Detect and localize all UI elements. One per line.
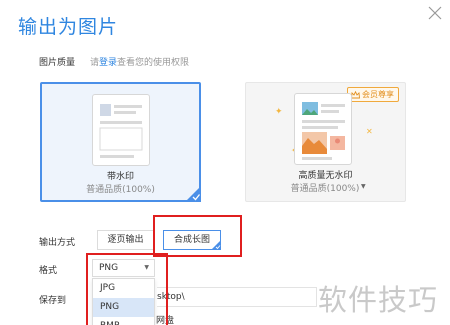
format-option-bmp[interactable]: BMP [93, 317, 154, 325]
vip-badge-label: 会员尊享 [362, 90, 394, 99]
selected-check-icon [211, 240, 221, 250]
close-icon[interactable] [426, 4, 444, 22]
merge-long-image-button[interactable]: 合成长图 [163, 230, 221, 250]
watermark-option-card[interactable]: 带水印 普通品质(100%) [40, 82, 201, 202]
netdisk-option[interactable]: 网盘 [156, 313, 174, 325]
vip-badge: 会员尊享 [347, 87, 399, 102]
card-name: 带水印 [106, 172, 134, 182]
page-by-page-button[interactable]: 逐页输出 [97, 230, 154, 250]
save-to-label: 保存到 [39, 296, 67, 306]
format-option-png[interactable]: PNG [93, 298, 154, 317]
watermark-text: 软件技巧 [318, 283, 439, 317]
merge-long-image-label: 合成长图 [173, 235, 210, 245]
format-label: 格式 [39, 266, 58, 276]
image-document-preview-icon [294, 93, 352, 165]
hint-prefix: 请 [90, 58, 100, 68]
output-mode-label: 输出方式 [39, 238, 76, 248]
quality-dropdown-arrow-icon[interactable]: ▼ [361, 183, 366, 190]
selected-check-icon [185, 186, 201, 202]
format-select[interactable]: PNG ▼ [92, 259, 155, 277]
hint-suffix: 查看您的使用权限 [117, 58, 190, 68]
sparkle-icon: ✕ [366, 127, 373, 136]
card-quality: 普通品质(100%) [290, 184, 360, 194]
save-path-field[interactable]: sktop\ [157, 287, 317, 307]
format-value: PNG [99, 263, 119, 273]
format-option-jpg[interactable]: JPG [93, 279, 154, 298]
no-watermark-option-card[interactable]: 会员尊享 ✦ ✦ ✕ 高质量无水印 普通品质(100%) ▼ [245, 82, 406, 202]
sparkle-icon: ✦ [275, 107, 283, 117]
quality-label: 图片质量 [39, 58, 76, 68]
login-link[interactable]: 登录 [99, 58, 117, 68]
card-name: 高质量无水印 [298, 171, 353, 181]
format-dropdown-list: JPG PNG BMP [92, 278, 155, 325]
chevron-down-icon: ▼ [144, 264, 149, 271]
quality-hint: 请登录查看您的使用权限 [90, 55, 189, 68]
card-quality: 普通品质(100%) [86, 185, 155, 195]
document-preview-icon [92, 94, 150, 166]
dialog-title: 输出为图片 [18, 16, 119, 38]
